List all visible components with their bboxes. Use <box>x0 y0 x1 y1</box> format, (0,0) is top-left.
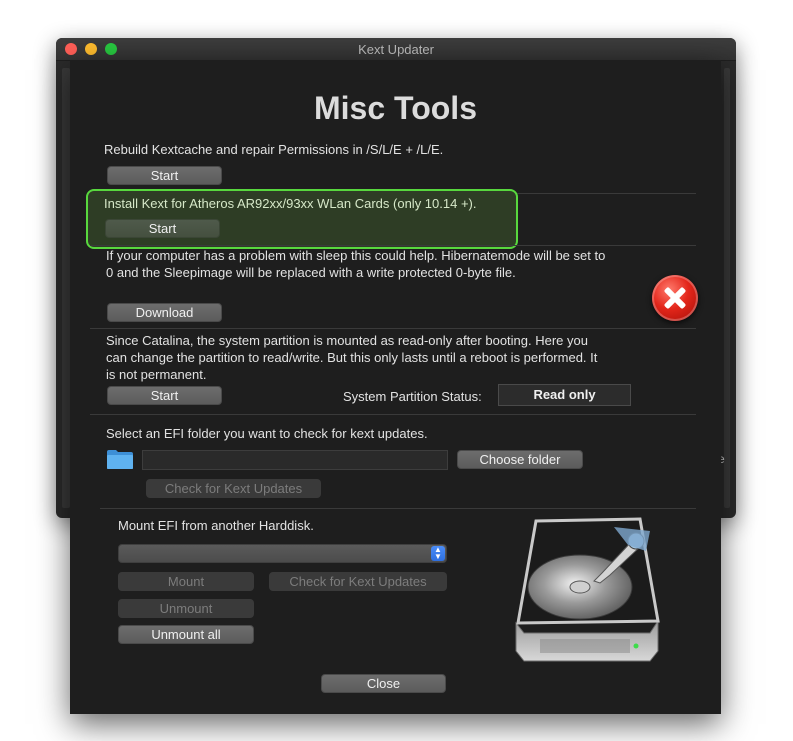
background-panel-left <box>62 68 70 508</box>
window-title: Kext Updater <box>358 42 434 57</box>
sleep-description-line2: 0 and the Sleepimage will be replaced wi… <box>106 265 516 280</box>
atheros-description: Install Kext for Atheros AR92xx/93xx WLa… <box>104 196 477 211</box>
window-titlebar: Kext Updater <box>56 38 736 61</box>
catalina-start-button[interactable]: Start <box>107 386 222 405</box>
atheros-start-button[interactable]: Start <box>105 219 220 238</box>
unmount-all-button[interactable]: Unmount all <box>118 625 254 644</box>
efi-description: Select an EFI folder you want to check f… <box>106 426 428 441</box>
error-x-icon <box>652 275 698 321</box>
separator <box>90 414 696 415</box>
rebuild-description: Rebuild Kextcache and repair Permissions… <box>104 142 444 157</box>
separator <box>90 328 696 329</box>
sheet-title: Misc Tools <box>314 90 477 126</box>
catalina-description-line2: can change the partition to read/write. … <box>106 350 598 365</box>
harddisk-icon <box>515 517 660 662</box>
mount-description: Mount EFI from another Harddisk. <box>118 518 314 533</box>
harddisk-dropdown[interactable]: ▲ ▼ <box>118 544 447 563</box>
rebuild-start-button[interactable]: Start <box>107 166 222 185</box>
chevron-updown-icon: ▲ ▼ <box>431 546 445 561</box>
misc-tools-sheet: Misc Tools Rebuild Kextcache and repair … <box>70 60 721 714</box>
partition-status-label: System Partition Status: <box>343 389 482 404</box>
mount-button[interactable]: Mount <box>118 572 254 591</box>
sleep-description-line1: If your computer has a problem with slee… <box>106 248 606 263</box>
catalina-description-line1: Since Catalina, the system partition is … <box>106 333 588 348</box>
efi-check-kext-updates-button[interactable]: Check for Kext Updates <box>146 479 321 498</box>
unmount-button[interactable]: Unmount <box>118 599 254 618</box>
partition-status-value: Read only <box>498 384 631 406</box>
separator <box>90 245 696 246</box>
close-button[interactable]: Close <box>321 674 446 693</box>
folder-icon <box>107 450 133 469</box>
choose-folder-button[interactable]: Choose folder <box>457 450 583 469</box>
background-panel-right <box>724 68 730 508</box>
efi-path-field[interactable] <box>142 450 448 470</box>
catalina-description-line3: is not permanent. <box>106 367 207 382</box>
sleep-download-button[interactable]: Download <box>107 303 222 322</box>
mount-check-kext-updates-button[interactable]: Check for Kext Updates <box>269 572 447 591</box>
separator <box>100 508 696 509</box>
